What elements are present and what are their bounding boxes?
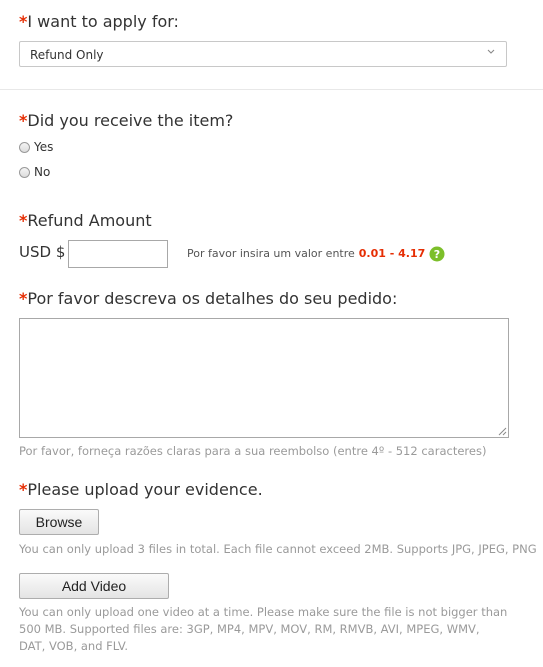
refund-range-text: 0.01 - 4.17 <box>358 247 426 260</box>
refund-amount-input[interactable] <box>68 240 168 268</box>
apply-for-label: *I want to apply for: <box>19 12 179 31</box>
details-textarea[interactable] <box>19 318 509 438</box>
refund-amount-label: *Refund Amount <box>19 211 152 230</box>
video-note: You can only upload one video at a time.… <box>19 605 508 653</box>
section-divider <box>0 89 543 90</box>
refund-hint-text: Por favor insira um valor entre <box>187 247 355 260</box>
browse-button[interactable]: Browse <box>19 509 99 535</box>
evidence-label: *Please upload your evidence. <box>19 480 263 499</box>
resize-grip-icon[interactable] <box>498 427 507 436</box>
svg-text:?: ? <box>434 248 440 261</box>
radio-option-yes[interactable]: Yes <box>19 140 53 154</box>
radio-label-no: No <box>34 165 51 179</box>
evidence-label-text: Please upload your evidence. <box>27 480 263 499</box>
apply-for-selected-value: Refund Only <box>30 48 104 62</box>
radio-button-no[interactable] <box>19 166 30 178</box>
radio-label-yes: Yes <box>34 140 54 154</box>
refund-amount-hint: Por favor insira um valor entre 0.01 - 4… <box>187 245 445 262</box>
browse-note: You can only upload 3 files in total. Ea… <box>19 542 537 556</box>
received-label-text: Did you receive the item? <box>27 111 234 130</box>
chevron-down-icon <box>487 49 495 54</box>
currency-label: USD $ <box>19 243 66 261</box>
radio-option-no[interactable]: No <box>19 165 50 179</box>
radio-button-yes[interactable] <box>19 141 30 153</box>
details-label: *Por favor descreva os detalhes do seu p… <box>19 289 397 308</box>
received-label: *Did you receive the item? <box>19 111 233 130</box>
question-circle-icon[interactable]: ? <box>429 246 445 262</box>
add-video-button[interactable]: Add Video <box>19 573 169 599</box>
apply-for-select[interactable]: Refund Only <box>19 41 507 67</box>
details-hint: Por favor, forneça razões claras para a … <box>19 444 487 458</box>
apply-for-label-text: I want to apply for: <box>27 12 179 31</box>
details-label-text: Por favor descreva os detalhes do seu pe… <box>27 289 398 308</box>
refund-amount-label-text: Refund Amount <box>27 211 152 230</box>
